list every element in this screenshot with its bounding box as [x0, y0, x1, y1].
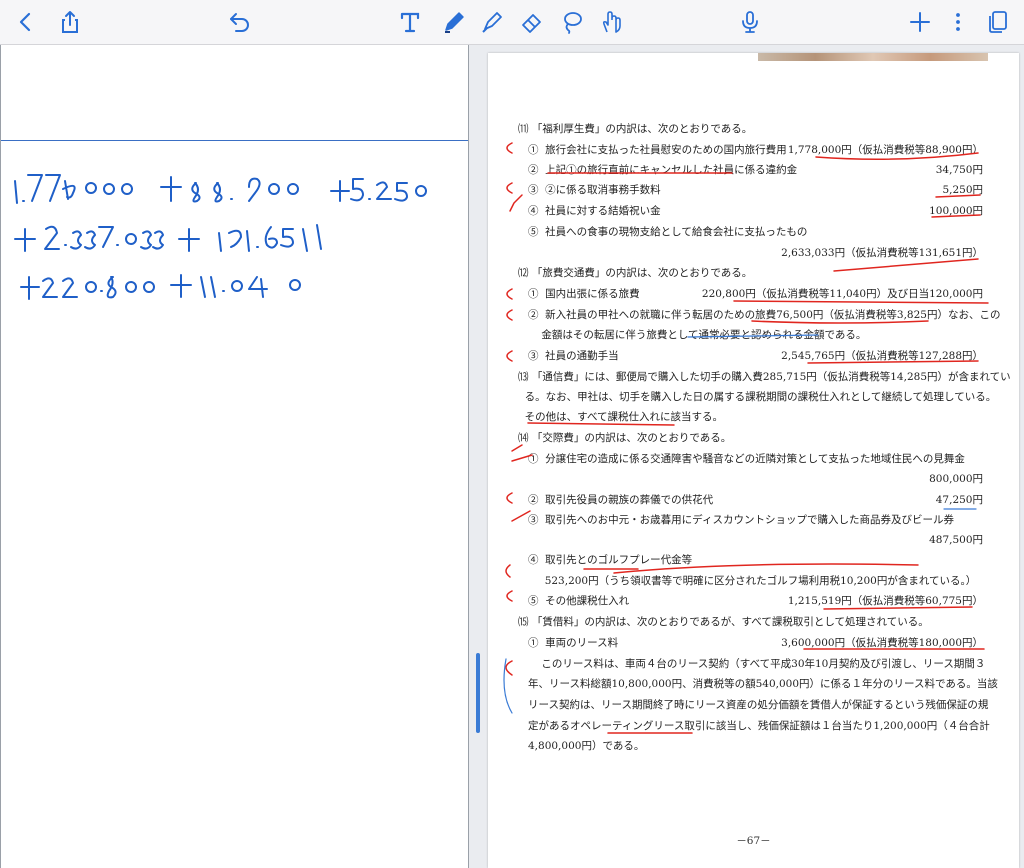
- microphone-icon[interactable]: [736, 8, 764, 36]
- doc-line: ⑤ その他課税仕入れ: [528, 595, 630, 607]
- doc-amount: 220,800円（仮払消費税等11,040円）及び日当120,000円: [701, 288, 983, 300]
- section-15-heading: ⒂ 「賃借料」の内訳は、次のとおりであるが、すべて課税取引として処理されている。: [518, 616, 929, 628]
- doc-line: 定があるオペレーティングリース取引に該当し、残価保証額は１台当たり1,200,0…: [528, 720, 990, 732]
- eraser-icon[interactable]: [518, 8, 546, 36]
- back-icon[interactable]: [12, 8, 40, 36]
- pen-tool-icon[interactable]: [440, 8, 468, 36]
- section-14-heading: ⒁ 「交際費」の内訳は、次のとおりである。: [518, 432, 732, 444]
- doc-line: 年、リース料総額10,800,000円、消費税等の額540,000円）に係る１年…: [528, 678, 998, 690]
- scroll-indicator[interactable]: [476, 653, 480, 733]
- highlighter-icon[interactable]: [478, 8, 506, 36]
- share-icon[interactable]: [56, 8, 84, 36]
- undo-icon[interactable]: [226, 8, 254, 36]
- pages-icon[interactable]: [984, 8, 1012, 36]
- toolbar: [0, 0, 1024, 45]
- doc-line: ③ 社員の通勤手当: [528, 350, 619, 362]
- doc-line: ② 新入社員の甲社への就職に伴う転居のための旅費76,500円（仮払消費税等3,…: [528, 309, 1001, 321]
- doc-line: ② 取引先役員の親族の葬儀での供花代: [528, 494, 714, 506]
- doc-line: ① 車両のリース料: [528, 637, 619, 649]
- doc-amount: 5,250円: [942, 184, 983, 196]
- doc-line: ① 国内出張に係る旅費: [528, 288, 640, 300]
- doc-line: ④ 取引先とのゴルフプレー代金等: [528, 554, 693, 566]
- lasso-icon[interactable]: [558, 8, 586, 36]
- doc-line: ③ 取引先へのお中元・お歳暮用にディスカウントショップで購入した商品券及びビール…: [528, 514, 954, 526]
- add-icon[interactable]: [906, 8, 934, 36]
- page-top-image: [758, 53, 988, 61]
- section-12-heading: ⑿ 「旅費交通費」の内訳は、次のとおりである。: [518, 267, 753, 279]
- doc-line: ④ 社員に対する結婚祝い金: [528, 205, 661, 217]
- doc-amount: 34,750円: [935, 164, 983, 176]
- hand-touch-icon[interactable]: [598, 8, 626, 36]
- doc-line: ③ ②に係る取消事務手数料: [528, 184, 661, 196]
- doc-line: ② 上記①の旅行直前にキャンセルした社員に係る違約金: [528, 164, 798, 176]
- doc-line: 4,800,000円）である。: [528, 740, 645, 752]
- page-number: －67－: [736, 835, 771, 847]
- doc-amount: 800,000円: [929, 473, 983, 485]
- section-13-heading: ⒀ 「通信費」には、郵便局で購入した切手の購入費285,715円（仮払消費税等1…: [518, 371, 1011, 383]
- handwritten-notes[interactable]: [1, 141, 468, 341]
- doc-amount: 1,778,000円（仮払消費税等88,900円）: [787, 144, 983, 156]
- more-icon[interactable]: [944, 8, 972, 36]
- doc-line: 金額はその転居に伴う旅費として通常必要と認められる金額である。: [528, 329, 867, 341]
- doc-amount: 3,600,000円（仮払消費税等180,000円）: [781, 637, 983, 649]
- doc-line: ① 旅行会社に支払った社員慰安のための国内旅行費用: [528, 144, 787, 156]
- doc-amount: 2,633,033円（仮払消費税等131,651円）: [781, 247, 983, 259]
- pdf-viewer[interactable]: ⑾ 「福利厚生費」の内訳は、次のとおりである。 ① 旅行会社に支払った社員慰安の…: [469, 45, 1024, 868]
- doc-line: ⑤ 社員への食事の現物支給として給食会社に支払ったもの: [528, 226, 808, 238]
- text-tool-icon[interactable]: [396, 8, 424, 36]
- doc-line: このリース料は、車両４台のリース契約（すべて平成30年10月契約及び引渡し、リー…: [528, 658, 986, 670]
- section-11-heading: ⑾ 「福利厚生費」の内訳は、次のとおりである。: [518, 123, 753, 135]
- doc-amount: 47,250円: [935, 494, 983, 506]
- notes-panel[interactable]: [0, 45, 469, 868]
- doc-line: る。なお、甲社は、切手を購入した日の属する課税期間の課税仕入れとして継続して処理…: [518, 391, 997, 403]
- doc-line: その他は、すべて課税仕入れに該当する。: [518, 411, 724, 423]
- pdf-page[interactable]: ⑾ 「福利厚生費」の内訳は、次のとおりである。 ① 旅行会社に支払った社員慰安の…: [488, 53, 1019, 868]
- doc-amount: 487,500円: [929, 534, 983, 546]
- doc-amount: 2,545,765円（仮払消費税等127,288円）: [781, 350, 983, 362]
- doc-line: 523,200円（うち領収書等で明確に区分されたゴルフ場利用税10,200円が含…: [528, 575, 977, 587]
- doc-amount: 100,000円: [929, 205, 983, 217]
- doc-line: リース契約は、リース期間終了時にリース資産の処分価額を賃借人が保証するという残価…: [528, 699, 989, 711]
- doc-amount: 1,215,519円（仮払消費税等60,775円）: [787, 595, 983, 607]
- doc-line: ① 分譲住宅の造成に係る交通障害や騒音などの近隣対策として支払った地域住民への見…: [528, 453, 965, 465]
